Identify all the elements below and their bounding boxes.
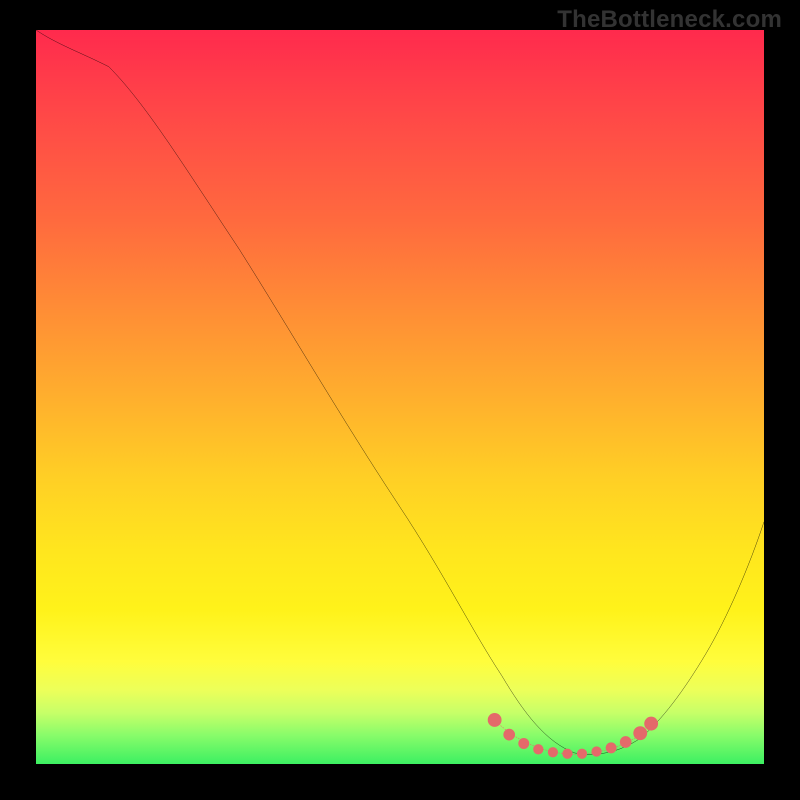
chart-frame: TheBottleneck.com — [0, 0, 800, 800]
watermark-text: TheBottleneck.com — [557, 6, 782, 34]
curve-layer — [36, 30, 764, 764]
trough-highlight — [488, 713, 658, 759]
plot-area — [36, 30, 764, 764]
bottleneck-curve — [36, 30, 764, 754]
